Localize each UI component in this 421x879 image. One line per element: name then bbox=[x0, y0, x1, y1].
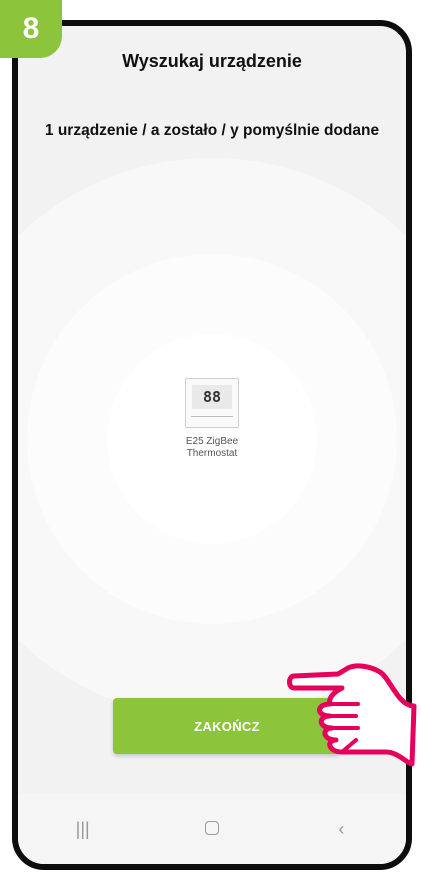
back-icon[interactable]: ‹ bbox=[311, 819, 371, 840]
found-device[interactable]: 88 E25 ZigBee Thermostat bbox=[172, 378, 252, 460]
page-title: Wyszukaj urządzenie bbox=[122, 50, 302, 71]
device-name: E25 ZigBee Thermostat bbox=[185, 436, 239, 459]
thermostat-icon: 88 bbox=[185, 378, 239, 428]
thermostat-buttons bbox=[191, 416, 233, 422]
thermostat-display: 88 bbox=[192, 385, 232, 409]
android-navbar: ||| ‹ bbox=[18, 794, 406, 864]
success-message: 1 urządzenie / a zostało / y pomyślnie d… bbox=[44, 122, 380, 139]
pointing-hand-icon bbox=[287, 663, 417, 767]
home-icon[interactable] bbox=[182, 819, 242, 840]
step-number-badge: 8 bbox=[0, 0, 62, 58]
recent-apps-icon[interactable]: ||| bbox=[53, 819, 113, 840]
app-header: Wyszukaj urządzenie bbox=[18, 26, 406, 96]
